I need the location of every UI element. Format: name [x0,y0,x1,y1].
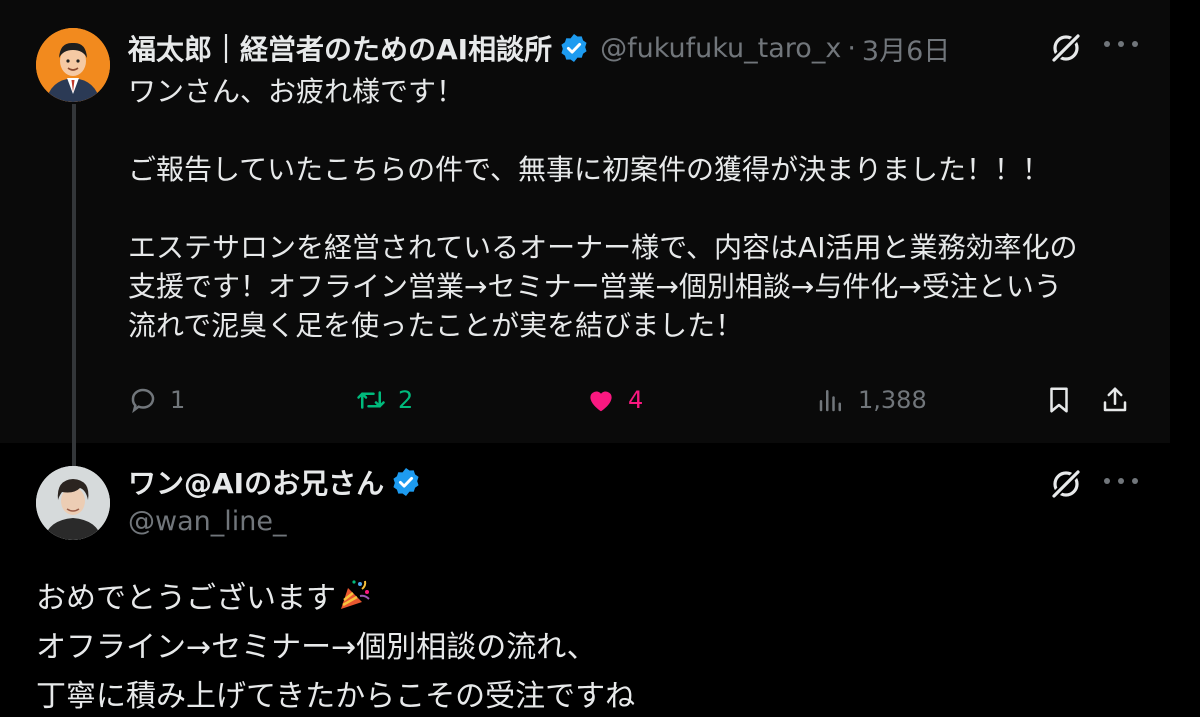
verified-badge-icon [393,468,419,496]
reply-text-line: おめでとうございます [36,581,336,616]
retweet-icon [357,391,385,409]
views-button[interactable]: 1,388 [816,380,927,420]
reply-text-line: 丁寧に積み上げてきたからこその受注ですね [36,679,636,714]
share-button[interactable] [1100,380,1130,420]
more-icon[interactable] [1104,478,1138,488]
party-popper-icon [341,580,370,609]
parent-avatar[interactable] [36,28,110,102]
parent-text-line: ご報告していたこちらの件で、無事に初案件の獲得が決まりました！！！ [128,153,1051,186]
parent-action-bar: 1 2 4 1,388 [128,380,1138,420]
parent-text-line: エステサロンを経営されているオーナー様で、内容はAI活用と業務効率化の [128,231,1078,264]
parent-date[interactable]: 3月6日 [862,29,950,68]
retweet-count: 2 [398,386,414,414]
heart-icon [590,391,612,412]
reply-handle[interactable]: @wan_line_ [128,506,286,537]
bookmark-icon [1050,387,1068,413]
page-edge [1170,0,1200,717]
reply-icon [131,388,155,414]
like-count: 4 [628,386,644,414]
verified-badge-icon [561,34,587,62]
reply-button[interactable]: 1 [128,380,185,420]
bookmark-button[interactable] [1044,380,1074,420]
parent-display-name[interactable]: 福太郎｜経営者のためのAI相談所 [128,28,552,68]
reply-text-line: オフライン→セミナー→個別相談の流れ、 [36,630,597,665]
share-icon [1103,387,1127,412]
parent-author-row: 福太郎｜経営者のためのAI相談所 @fukufuku_taro_x · 3月6日 [128,28,950,68]
parent-tweet-text: ワンさん、お疲れ様です！ ご報告していたこちらの件で、無事に初案件の獲得が決まり… [128,72,1138,345]
view-count: 1,388 [858,386,927,414]
like-button[interactable]: 4 [586,380,643,420]
reply-tweet-text: おめでとうございます オフライン→セミナー→個別相談の流れ、 丁寧に積み上げてき… [36,574,1146,717]
grok-icon[interactable] [1048,466,1084,502]
reply-avatar[interactable] [36,466,110,540]
separator-dot: · [847,32,856,64]
more-icon[interactable] [1104,41,1138,51]
reply-count: 1 [170,386,186,414]
parent-handle[interactable]: @fukufuku_taro_x [600,33,841,64]
parent-text-line: 支援です！オフライン営業→セミナー営業→個別相談→与件化→受注という [128,270,1062,303]
reply-display-name[interactable]: ワン@AIのお兄さん [128,462,384,502]
tweet-thread: 福太郎｜経営者のためのAI相談所 @fukufuku_taro_x · 3月6日… [0,0,1200,717]
grok-icon[interactable] [1048,30,1084,66]
thread-connector-line [72,104,76,466]
parent-text-line: ワンさん、お疲れ様です！ [128,75,465,108]
retweet-button[interactable]: 2 [356,380,413,420]
views-icon [819,390,841,412]
parent-text-line: 流れで泥臭く足を使ったことが実を結びました！ [128,309,744,342]
reply-author-row: ワン@AIのお兄さん [128,462,422,502]
